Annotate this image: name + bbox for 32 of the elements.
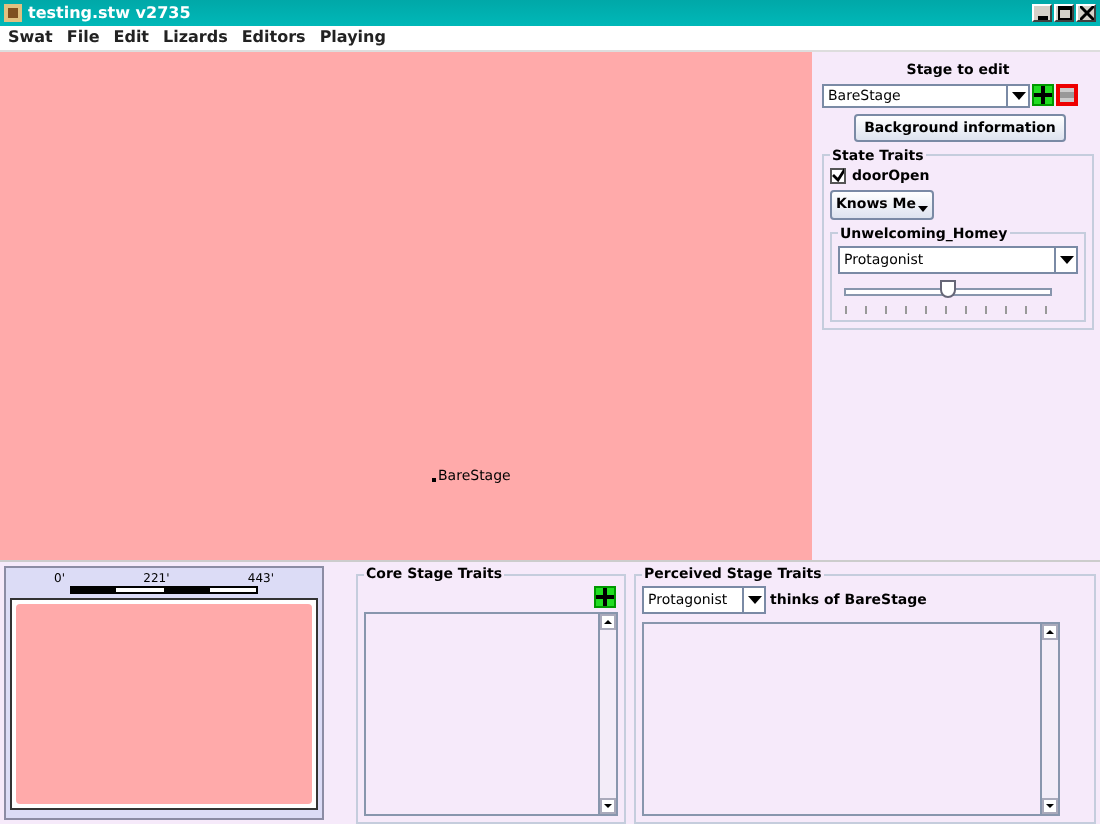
scroll-up-icon[interactable] — [1042, 624, 1058, 641]
scrollbar[interactable] — [1040, 624, 1058, 814]
scroll-down-icon[interactable] — [600, 798, 616, 814]
window-title: testing.stw v2735 — [28, 3, 191, 22]
plus-icon — [1034, 86, 1052, 105]
add-button[interactable] — [1032, 84, 1054, 107]
maximize-button[interactable] — [1054, 3, 1074, 22]
minimize-button[interactable] — [1032, 3, 1052, 22]
checkbox[interactable] — [830, 167, 846, 184]
menu-item[interactable]: Swat — [8, 28, 53, 47]
menu-item[interactable]: Lizards — [163, 28, 228, 47]
menu-item[interactable]: Playing — [319, 28, 386, 47]
menu-item[interactable]: Editors — [241, 28, 306, 47]
app-icon — [4, 3, 22, 22]
trait-slider[interactable] — [844, 279, 1052, 316]
add-button[interactable] — [594, 586, 616, 609]
dropdown-arrow-icon — [747, 596, 761, 605]
slider-thumb[interactable] — [940, 279, 956, 298]
scroll-up-icon[interactable] — [600, 614, 616, 631]
close-button[interactable] — [1076, 3, 1096, 22]
maximize-icon — [1057, 5, 1071, 20]
dropdown-arrow-icon — [1011, 91, 1025, 100]
plus-icon — [596, 588, 614, 607]
dropdown-arrow-icon — [1059, 255, 1073, 264]
caret-icon — [918, 206, 929, 213]
minus-icon — [1060, 92, 1074, 99]
remove-button[interactable] — [1056, 84, 1078, 107]
menu-item[interactable]: Edit — [113, 28, 150, 47]
scrollbar[interactable] — [598, 614, 616, 814]
menu-item[interactable]: File — [66, 28, 100, 47]
scroll-down-icon[interactable] — [1042, 798, 1058, 814]
close-icon — [1079, 5, 1093, 20]
